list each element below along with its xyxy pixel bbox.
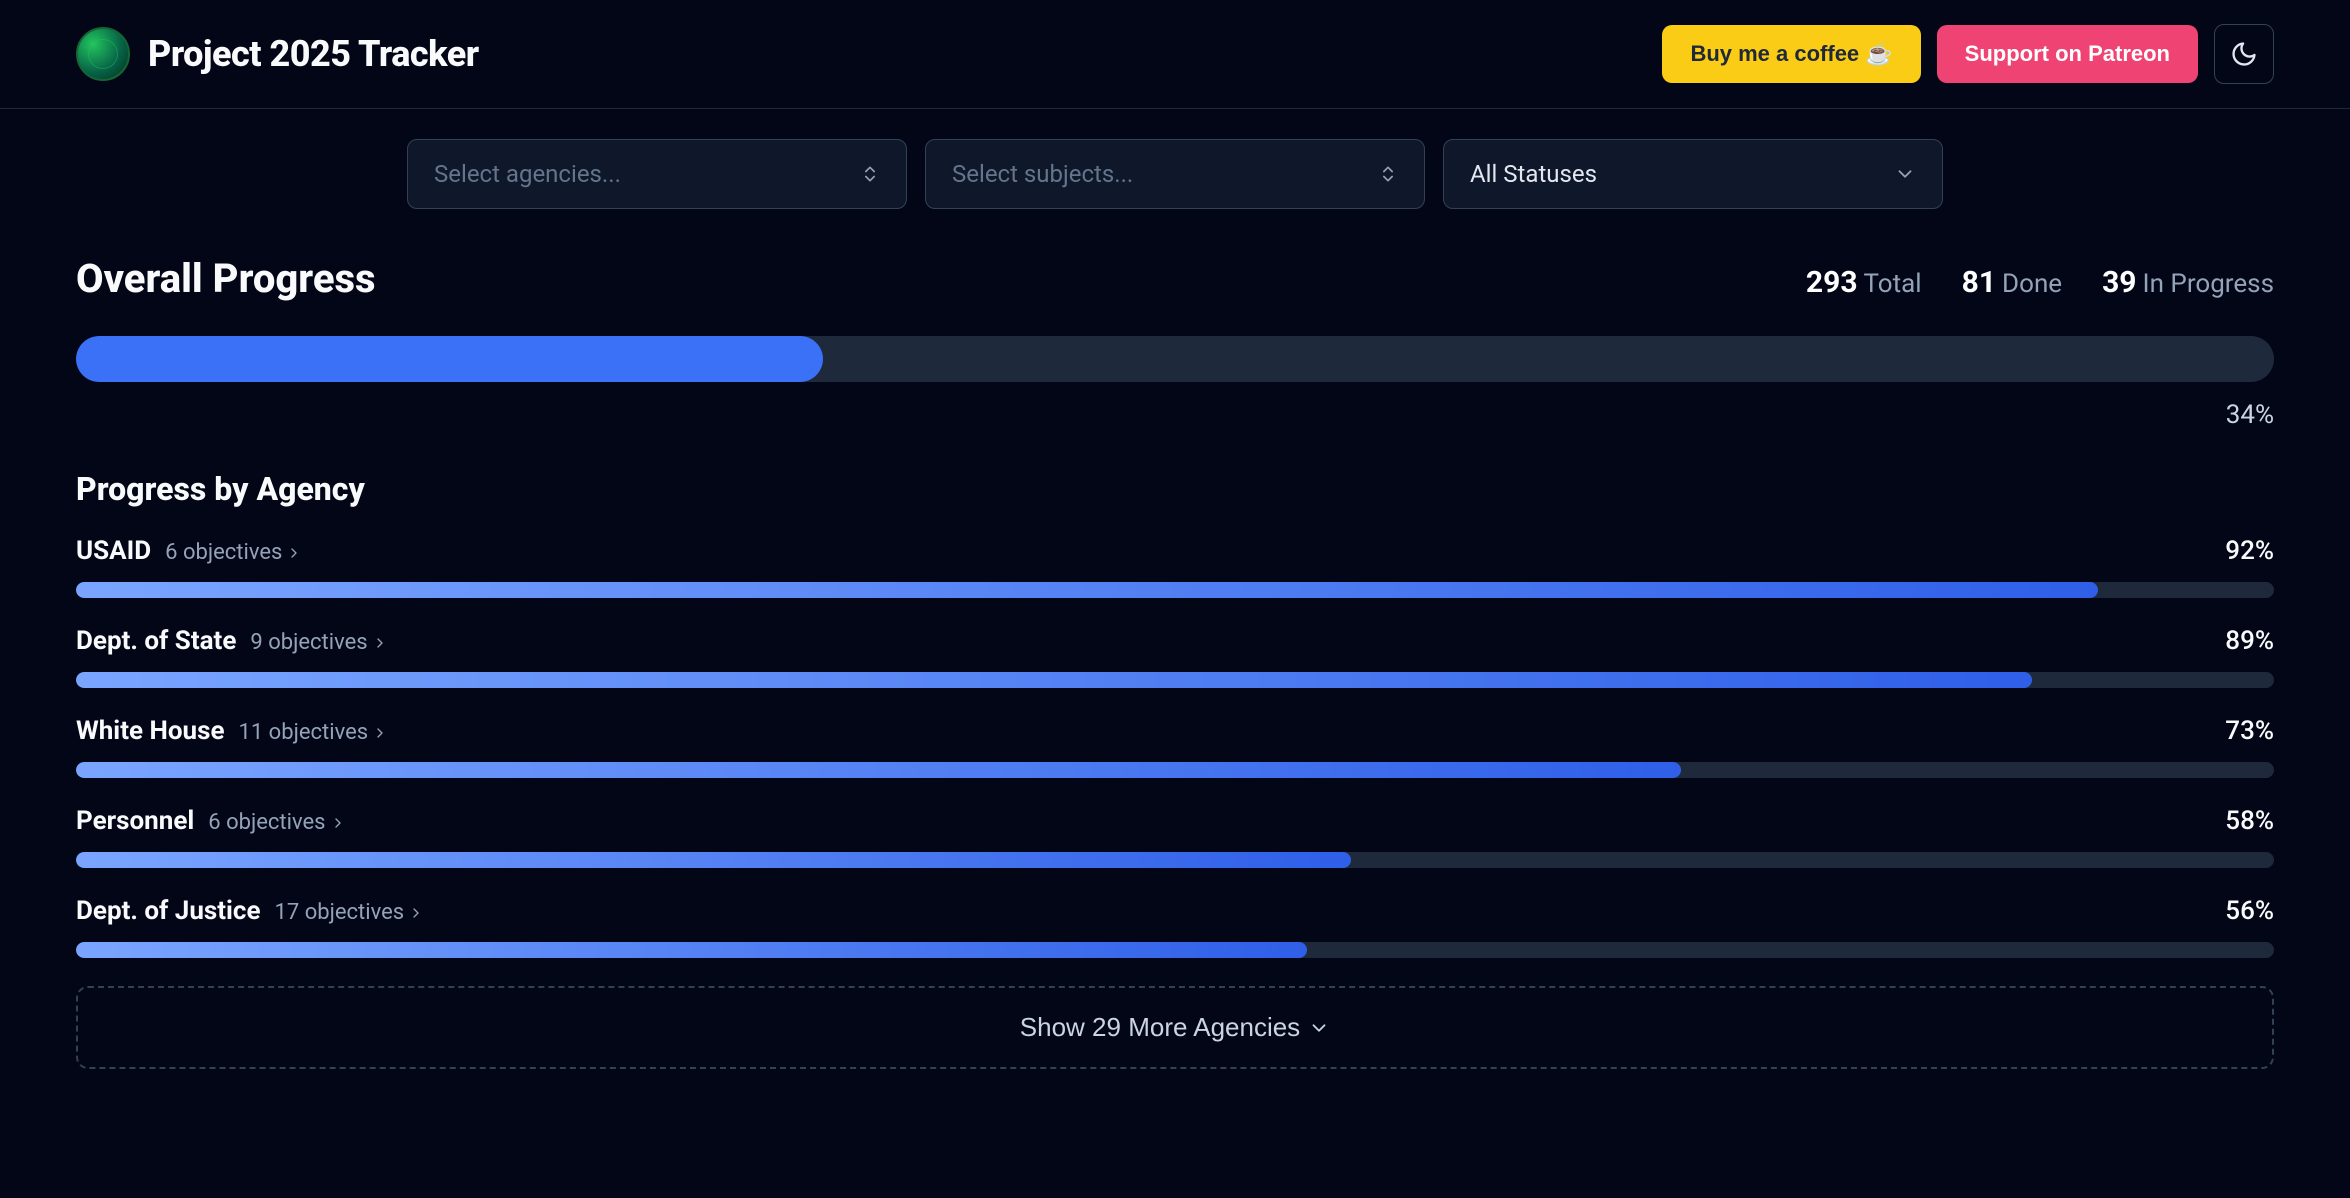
agencies-placeholder: Select agencies... bbox=[434, 160, 621, 188]
overall-progress-bar bbox=[76, 336, 2274, 382]
chevron-down-icon bbox=[1894, 163, 1916, 185]
agency-progress-fill bbox=[76, 672, 2032, 688]
overall-stats: 293Total 81Done 39In Progress bbox=[1806, 265, 2274, 300]
agency-link[interactable]: Dept. of State 9 objectives bbox=[76, 626, 388, 656]
agency-objectives: 11 objectives bbox=[238, 720, 388, 745]
chevron-right-icon bbox=[372, 725, 388, 741]
agency-name: Dept. of State bbox=[76, 626, 236, 656]
agency-objectives: 6 objectives bbox=[208, 810, 345, 835]
agency-percent: 89% bbox=[2225, 626, 2274, 656]
filter-bar: Select agencies... Select subjects... Al… bbox=[0, 109, 2350, 239]
overall-title: Overall Progress bbox=[76, 255, 376, 302]
app-header: Project 2025 Tracker Buy me a coffee ☕ S… bbox=[0, 0, 2350, 109]
agency-section-title: Progress by Agency bbox=[76, 470, 2274, 508]
stat-inprogress: 39In Progress bbox=[2102, 265, 2274, 300]
agency-row: Personnel 6 objectives 58% bbox=[76, 806, 2274, 868]
chevron-right-icon bbox=[408, 905, 424, 921]
subjects-select[interactable]: Select subjects... bbox=[925, 139, 1425, 209]
stat-total: 293Total bbox=[1806, 265, 1922, 300]
agency-name: Personnel bbox=[76, 806, 194, 836]
agency-progress-bar bbox=[76, 672, 2274, 688]
agency-percent: 56% bbox=[2225, 896, 2274, 926]
subjects-placeholder: Select subjects... bbox=[952, 160, 1133, 188]
chevrons-up-down-icon bbox=[860, 164, 880, 184]
agency-objectives: 9 objectives bbox=[250, 630, 387, 655]
header-left: Project 2025 Tracker bbox=[76, 27, 479, 81]
agency-progress-bar bbox=[76, 762, 2274, 778]
agency-header: Dept. of State 9 objectives 89% bbox=[76, 626, 2274, 656]
overall-header: Overall Progress 293Total 81Done 39In Pr… bbox=[76, 255, 2274, 302]
stat-inprogress-num: 39 bbox=[2102, 265, 2136, 300]
agency-percent: 92% bbox=[2225, 536, 2274, 566]
agency-progress-bar bbox=[76, 942, 2274, 958]
agency-name: White House bbox=[76, 716, 224, 746]
agencies-list: USAID 6 objectives 92% Dept. of State 9 obje… bbox=[76, 536, 2274, 958]
agency-progress-fill bbox=[76, 582, 2098, 598]
radar-logo-icon bbox=[76, 27, 130, 81]
agency-progress-bar bbox=[76, 582, 2274, 598]
agency-link[interactable]: USAID 6 objectives bbox=[76, 536, 302, 566]
show-more-button[interactable]: Show 29 More Agencies bbox=[76, 986, 2274, 1069]
agency-link[interactable]: White House 11 objectives bbox=[76, 716, 388, 746]
agency-row: White House 11 objectives 73% bbox=[76, 716, 2274, 778]
agency-row: USAID 6 objectives 92% bbox=[76, 536, 2274, 598]
agency-header: Dept. of Justice 17 objectives 56% bbox=[76, 896, 2274, 926]
overall-percent: 34% bbox=[76, 400, 2274, 430]
header-right: Buy me a coffee ☕ Support on Patreon bbox=[1662, 24, 2274, 84]
agency-name: Dept. of Justice bbox=[76, 896, 261, 926]
chevron-right-icon bbox=[286, 545, 302, 561]
agency-link[interactable]: Personnel 6 objectives bbox=[76, 806, 346, 836]
agency-link[interactable]: Dept. of Justice 17 objectives bbox=[76, 896, 424, 926]
agency-progress-fill bbox=[76, 762, 1681, 778]
agency-row: Dept. of State 9 objectives 89% bbox=[76, 626, 2274, 688]
stat-done-num: 81 bbox=[1962, 265, 1996, 300]
agency-name: USAID bbox=[76, 536, 151, 566]
buy-coffee-button[interactable]: Buy me a coffee ☕ bbox=[1662, 25, 1920, 83]
agencies-select[interactable]: Select agencies... bbox=[407, 139, 907, 209]
chevrons-up-down-icon bbox=[1378, 164, 1398, 184]
agency-header: USAID 6 objectives 92% bbox=[76, 536, 2274, 566]
agency-progress-fill bbox=[76, 942, 1307, 958]
overall-progress-fill bbox=[76, 336, 823, 382]
agency-progress-bar bbox=[76, 852, 2274, 868]
status-label: All Statuses bbox=[1470, 160, 1597, 188]
agency-objectives: 6 objectives bbox=[165, 540, 302, 565]
chevron-down-icon bbox=[1308, 1017, 1330, 1039]
patreon-button[interactable]: Support on Patreon bbox=[1937, 25, 2198, 83]
show-more-label: Show 29 More Agencies bbox=[1020, 1012, 1300, 1043]
stat-done-label: Done bbox=[2002, 269, 2062, 299]
agency-percent: 73% bbox=[2225, 716, 2274, 746]
site-title: Project 2025 Tracker bbox=[148, 33, 479, 75]
stat-inprogress-label: In Progress bbox=[2143, 269, 2274, 299]
agency-progress-fill bbox=[76, 852, 1351, 868]
stat-total-label: Total bbox=[1864, 269, 1922, 299]
chevron-right-icon bbox=[372, 635, 388, 651]
moon-icon bbox=[2230, 40, 2258, 68]
agency-row: Dept. of Justice 17 objectives 56% bbox=[76, 896, 2274, 958]
agency-objectives: 17 objectives bbox=[275, 900, 425, 925]
agency-header: Personnel 6 objectives 58% bbox=[76, 806, 2274, 836]
chevron-right-icon bbox=[330, 815, 346, 831]
main-content: Overall Progress 293Total 81Done 39In Pr… bbox=[0, 239, 2350, 1069]
agency-header: White House 11 objectives 73% bbox=[76, 716, 2274, 746]
stat-total-num: 293 bbox=[1806, 265, 1858, 300]
status-select[interactable]: All Statuses bbox=[1443, 139, 1943, 209]
stat-done: 81Done bbox=[1962, 265, 2062, 300]
agency-percent: 58% bbox=[2225, 806, 2274, 836]
theme-toggle-button[interactable] bbox=[2214, 24, 2274, 84]
